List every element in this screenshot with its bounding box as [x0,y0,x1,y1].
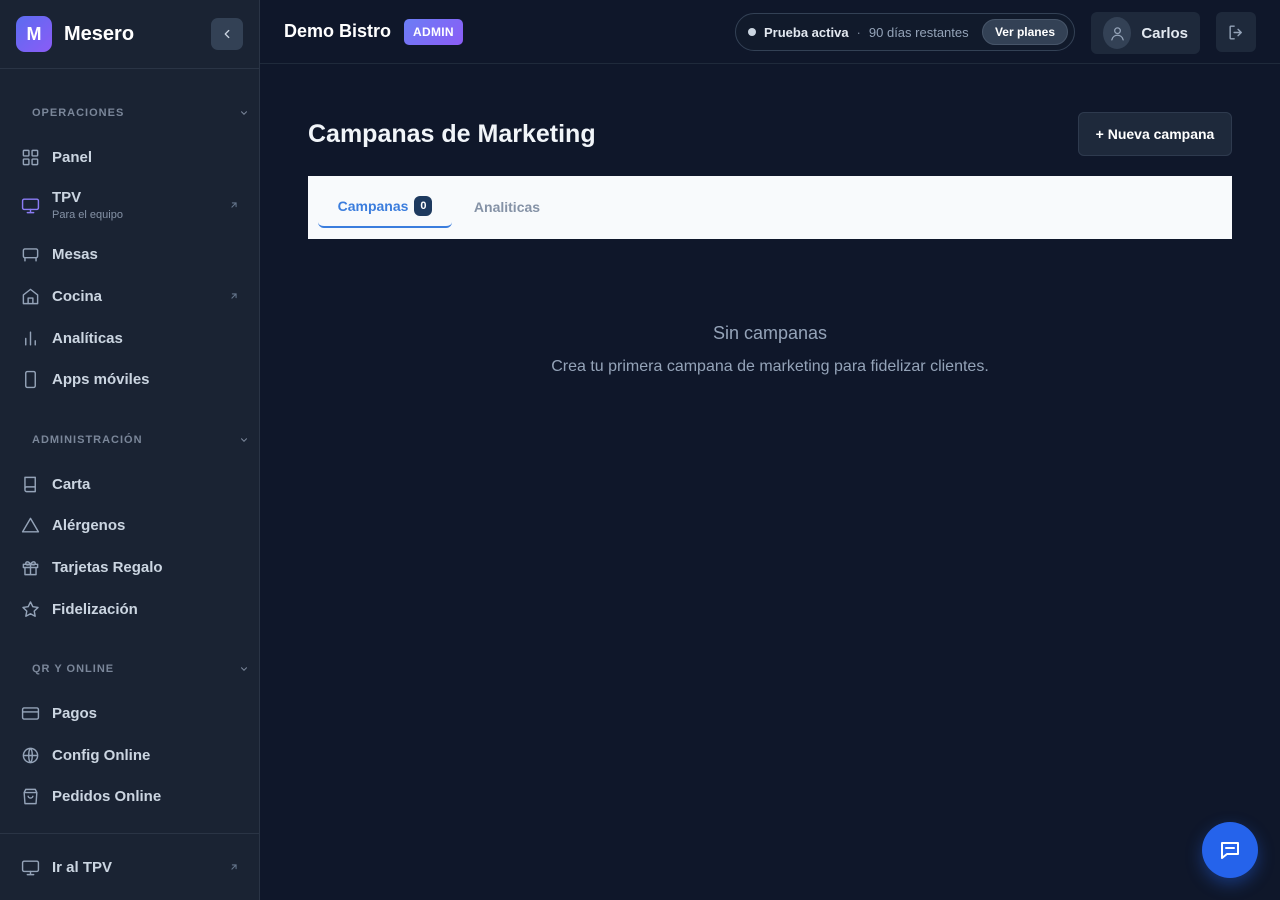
table-icon [20,244,40,264]
sidebar-item-alergenos[interactable]: Alérgenos [8,505,251,545]
trial-remaining: 90 días restantes [868,24,969,40]
sidebar-nav[interactable]: OPERACIONES Panel TPV Para el equipo Mes… [0,69,259,833]
collapse-sidebar-button[interactable] [211,18,243,50]
tab-analiticas[interactable]: Analiticas [464,186,550,228]
globe-icon [20,745,40,765]
sidebar-item-label: Pagos [52,704,98,722]
sidebar-item-label: Tarjetas Regalo [52,558,163,576]
separator: · [856,24,861,40]
sidebar-item-label: Panel [52,148,93,166]
monitor-icon [20,857,40,877]
sidebar-item-label: Alérgenos [52,516,126,534]
chevron-down-icon [240,111,248,115]
sidebar-item-config-online[interactable]: Config Online [8,735,251,775]
section-qr-online[interactable]: QR Y ONLINE [0,659,259,679]
section-title: OPERACIONES [32,107,125,119]
avatar [1103,17,1132,49]
section-title: ADMINISTRACIÓN [32,434,143,446]
tab-label: Analiticas [473,199,541,215]
status-dot [748,28,756,36]
role-badge: ADMIN [404,18,463,45]
sidebar-item-cocina[interactable]: Cocina [8,276,251,316]
trial-status-pill: Prueba activa · 90 días restantes Ver pl… [735,13,1075,51]
external-link-icon [231,864,237,870]
gift-icon [20,557,40,577]
sidebar-item-label: Analíticas [52,329,123,347]
sidebar-item-mesas[interactable]: Mesas [8,234,251,274]
page-title: Campanas de Marketing [308,120,596,148]
sidebar-item-label: Carta [52,475,91,493]
sidebar-item-pagos[interactable]: Pagos [8,693,251,733]
warning-icon [20,515,40,535]
sidebar-item-carta[interactable]: Carta [8,464,251,504]
sidebar: M Mesero OPERACIONES Panel TPV Para el e… [0,0,260,900]
sidebar-item-pedidos-online[interactable]: Pedidos Online [8,776,251,816]
star-icon [20,599,40,619]
top-bar: Demo Bistro ADMIN Prueba activa · 90 día… [260,0,1280,64]
section-title: QR Y ONLINE [32,663,115,675]
sidebar-item-label: Pedidos Online [52,787,162,805]
external-link-icon [231,202,237,208]
sidebar-item-label: Cocina [52,287,103,305]
sidebar-item-label: Apps móviles [52,370,150,388]
logout-icon [1228,24,1242,40]
app-name: Mesero [64,22,135,45]
restaurant-name: Demo Bistro [284,21,392,41]
go-to-tpv-link[interactable]: Ir al TPV [8,847,251,887]
user-menu[interactable]: Carlos [1091,12,1200,54]
sidebar-item-sublabel: Para el equipo [52,209,123,221]
sidebar-item-analiticas[interactable]: Analíticas [8,318,251,358]
sidebar-item-label: Fidelización [52,600,138,618]
count-badge: 0 [414,196,433,216]
phone-icon [20,369,40,389]
sidebar-item-label: Mesas [52,245,98,263]
sidebar-item-label: TPV [52,189,82,206]
monitor-icon [20,195,40,215]
chevron-down-icon [240,438,248,442]
chat-button[interactable] [1202,822,1258,878]
new-campaign-button[interactable]: + Nueva campana [1078,112,1232,156]
user-name: Carlos [1141,24,1188,42]
brand: M Mesero [0,0,259,69]
grid-icon [20,147,40,167]
trial-status: Prueba activa [764,24,849,40]
tab-bar: Campanas 0 Analiticas [308,176,1232,239]
chat-icon [1221,842,1239,859]
go-to-tpv-label: Ir al TPV [52,858,113,876]
view-plans-button[interactable]: Ver planes [981,19,1068,45]
user-icon [1110,26,1124,41]
sidebar-item-fidelizacion[interactable]: Fidelización [8,589,251,629]
app-logo[interactable]: M [16,16,52,52]
home-icon [20,286,40,306]
sidebar-item-panel[interactable]: Panel [8,137,251,177]
section-operaciones[interactable]: OPERACIONES [0,103,259,123]
sidebar-item-tarjetas-regalo[interactable]: Tarjetas Regalo [8,547,251,587]
empty-state-description: Crea tu primera campana de marketing par… [551,358,989,375]
credit-card-icon [20,703,40,723]
sidebar-item-apps-moviles[interactable]: Apps móviles [8,359,251,399]
section-administracion[interactable]: ADMINISTRACIÓN [0,430,259,450]
external-link-icon [231,293,237,299]
bar-chart-icon [20,328,40,348]
logout-button[interactable] [1216,12,1256,52]
tab-campanas[interactable]: Campanas 0 [318,186,452,228]
sidebar-footer: Ir al TPV [0,833,259,900]
empty-state-title: Sin campanas [712,323,828,343]
book-icon [20,474,40,494]
sidebar-item-tpv[interactable]: TPV Para el equipo [8,181,251,229]
chevron-down-icon [240,667,248,671]
sidebar-item-label: Config Online [52,746,151,764]
shopping-bag-icon [20,786,40,806]
tab-label: Campanas [337,198,409,214]
chevron-left-icon [224,29,230,39]
